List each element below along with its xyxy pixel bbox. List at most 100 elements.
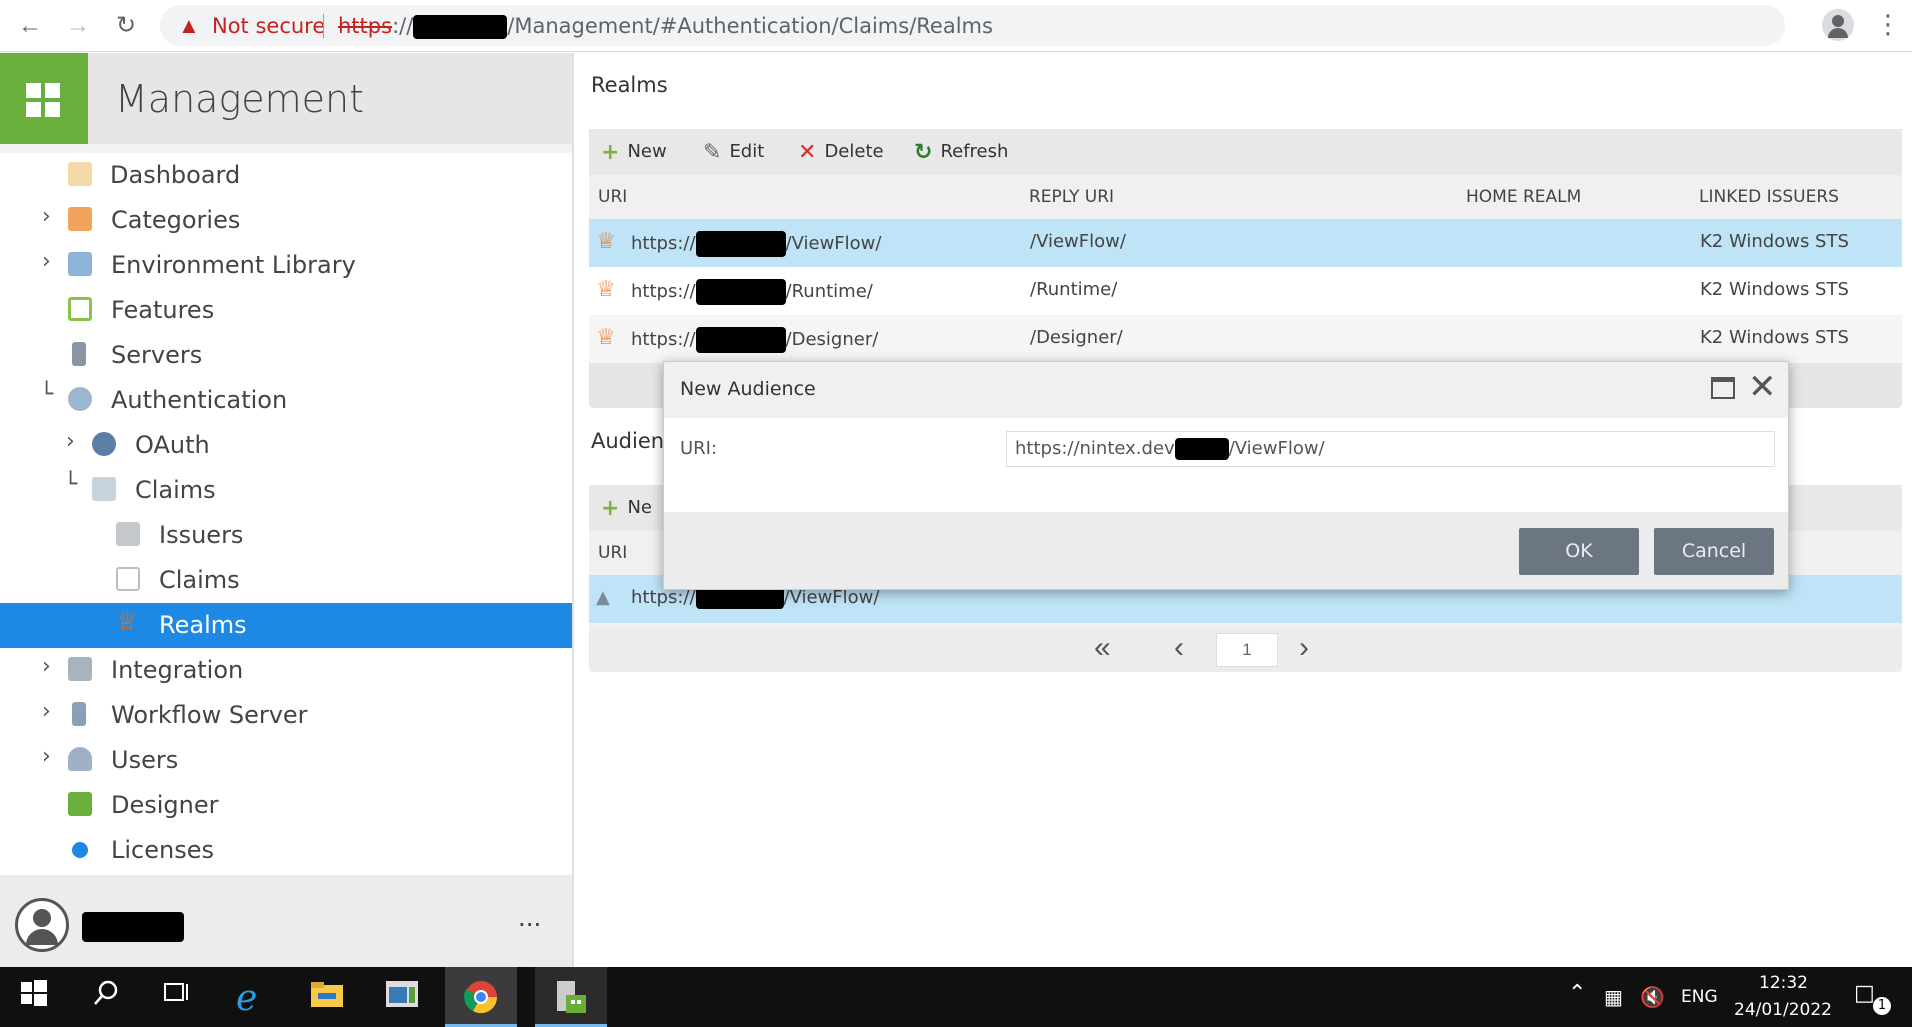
sidebar-item-claims-group[interactable]: └ Claims bbox=[0, 468, 572, 513]
server-icon bbox=[72, 342, 86, 366]
clock-date[interactable]: 24/01/2022 bbox=[1734, 1000, 1832, 1020]
reload-icon[interactable]: ↻ bbox=[112, 12, 140, 40]
uri-input[interactable]: https://nintex.dev/ViewFlow/ bbox=[1006, 431, 1775, 467]
first-page-icon[interactable]: « bbox=[1094, 631, 1111, 665]
column-header[interactable]: URI bbox=[598, 187, 627, 207]
realms-toolbar: + New ✎ Edit ✕ Delete ↻ Refresh bbox=[589, 129, 1902, 175]
reply-uri-cell: /Designer/ bbox=[1030, 327, 1123, 348]
sidebar-item-environment-library[interactable]: › Environment Library bbox=[0, 243, 572, 288]
file-explorer-icon[interactable] bbox=[310, 979, 346, 1015]
sidebar-item-label: Categories bbox=[111, 206, 241, 234]
dialog-footer: OK Cancel bbox=[664, 512, 1788, 589]
volume-muted-icon[interactable]: 🔇 bbox=[1640, 985, 1665, 1009]
dialog-title: New Audience bbox=[680, 378, 816, 400]
browser-menu-icon[interactable]: ⋮ bbox=[1875, 10, 1901, 38]
k2-app-taskbar-item[interactable] bbox=[535, 967, 607, 1027]
next-page-icon[interactable]: › bbox=[1299, 631, 1309, 665]
new-audience-button[interactable]: + Ne bbox=[601, 496, 652, 521]
search-icon[interactable] bbox=[92, 979, 128, 1015]
sidebar-item-servers[interactable]: Servers bbox=[0, 333, 572, 378]
chevron-right-icon[interactable]: › bbox=[42, 204, 51, 229]
sidebar-item-licenses[interactable]: Licenses bbox=[0, 828, 572, 873]
collapse-icon[interactable]: └ bbox=[40, 382, 53, 407]
sidebar-item-authentication[interactable]: └ Authentication bbox=[0, 378, 572, 423]
oauth-icon bbox=[92, 432, 116, 456]
sidebar-item-realms[interactable]: ♕ Realms bbox=[0, 603, 572, 648]
chrome-taskbar-item[interactable] bbox=[445, 967, 517, 1027]
chevron-right-icon[interactable]: › bbox=[66, 429, 75, 454]
redacted-host bbox=[1174, 438, 1229, 460]
notifications-icon[interactable]: □ bbox=[1854, 981, 1875, 1006]
issuer-icon bbox=[116, 522, 140, 546]
column-header[interactable]: LINKED ISSUERS bbox=[1699, 187, 1839, 207]
sidebar-item-oauth[interactable]: › OAuth bbox=[0, 423, 572, 468]
show-hidden-icons-icon[interactable]: ⌃ bbox=[1568, 981, 1586, 1006]
sidebar-item-features[interactable]: Features bbox=[0, 288, 572, 333]
start-icon[interactable] bbox=[20, 979, 56, 1015]
avatar[interactable] bbox=[15, 898, 69, 952]
audience-icon: ▲ bbox=[596, 587, 610, 608]
redacted-host bbox=[695, 327, 786, 353]
back-icon[interactable]: ← bbox=[16, 12, 44, 40]
chevron-right-icon[interactable]: › bbox=[42, 699, 51, 724]
app-logo-icon[interactable] bbox=[0, 53, 88, 144]
column-header[interactable]: URI bbox=[598, 543, 627, 563]
sidebar-item-integration[interactable]: › Integration bbox=[0, 648, 572, 693]
chevron-right-icon[interactable]: › bbox=[42, 249, 51, 274]
uri-input-prefix: https://nintex.dev bbox=[1015, 438, 1175, 459]
uri-prefix: https:// bbox=[631, 329, 696, 350]
column-header[interactable]: HOME REALM bbox=[1466, 187, 1581, 207]
user-footer: ... bbox=[0, 875, 572, 967]
close-icon[interactable]: ✕ bbox=[1748, 368, 1777, 406]
redacted-username bbox=[82, 912, 184, 942]
edit-button[interactable]: ✎ Edit bbox=[703, 140, 764, 165]
more-options-icon[interactable]: ... bbox=[518, 901, 541, 933]
sidebar-item-dashboard[interactable]: Dashboard bbox=[0, 153, 572, 198]
delete-button[interactable]: ✕ Delete bbox=[798, 140, 884, 165]
plus-icon: + bbox=[601, 496, 620, 521]
page-number-input[interactable]: 1 bbox=[1216, 633, 1278, 667]
language-indicator[interactable]: ENG bbox=[1681, 987, 1718, 1007]
task-view-icon[interactable] bbox=[162, 979, 198, 1015]
address-bar[interactable]: ▲ Not secure https:// /Management/#Authen… bbox=[160, 5, 1785, 46]
uri-prefix: https:// bbox=[631, 233, 696, 254]
table-row[interactable]: ♕ https:// /ViewFlow/ /ViewFlow/ K2 Windo… bbox=[589, 219, 1902, 267]
column-header[interactable]: REPLY URI bbox=[1029, 187, 1114, 207]
table-row[interactable]: ♕ https:// /Runtime/ /Runtime/ K2 Windows… bbox=[589, 267, 1902, 315]
uri-cell: https:// /Designer/ bbox=[631, 327, 878, 353]
cancel-button[interactable]: Cancel bbox=[1654, 528, 1774, 575]
url-text[interactable]: https:// /Management/#Authentication/Clai… bbox=[338, 14, 993, 39]
claims-icon bbox=[92, 477, 116, 501]
refresh-button[interactable]: ↻ Refresh bbox=[914, 140, 1008, 165]
sidebar-item-designer[interactable]: Designer bbox=[0, 783, 572, 828]
chevron-right-icon[interactable]: › bbox=[42, 744, 51, 769]
new-button[interactable]: + New bbox=[601, 140, 667, 165]
sidebar-item-issuers[interactable]: Issuers bbox=[0, 513, 572, 558]
collapse-icon[interactable]: └ bbox=[64, 472, 77, 497]
profile-icon[interactable] bbox=[1822, 9, 1854, 41]
linked-issuers-cell: K2 Windows STS bbox=[1700, 231, 1849, 252]
chevron-right-icon[interactable]: › bbox=[42, 654, 51, 679]
maximize-icon[interactable] bbox=[1711, 377, 1735, 399]
table-row[interactable]: ♕ https:// /Designer/ /Designer/ K2 Windo… bbox=[589, 315, 1902, 363]
forward-icon[interactable]: → bbox=[64, 12, 92, 40]
sidebar-item-workflow-server[interactable]: › Workflow Server bbox=[0, 693, 572, 738]
sidebar-item-users[interactable]: › Users bbox=[0, 738, 572, 783]
sidebar-item-label: Servers bbox=[111, 341, 203, 369]
sidebar-item-label: Issuers bbox=[159, 521, 244, 549]
prev-page-icon[interactable]: ‹ bbox=[1174, 631, 1184, 665]
edit-label: Edit bbox=[729, 141, 765, 162]
url-prefix: :// bbox=[392, 14, 414, 38]
server-manager-icon[interactable] bbox=[385, 979, 421, 1015]
features-icon bbox=[68, 297, 92, 321]
ok-button[interactable]: OK bbox=[1519, 528, 1639, 575]
internet-explorer-icon[interactable]: e bbox=[234, 978, 270, 1019]
network-icon[interactable]: ▦ bbox=[1604, 985, 1623, 1009]
reply-uri-cell: /Runtime/ bbox=[1030, 279, 1118, 300]
sidebar-item-claims[interactable]: Claims bbox=[0, 558, 572, 603]
pencil-icon: ✎ bbox=[703, 140, 722, 165]
user-icon bbox=[68, 747, 92, 771]
uri-prefix: https:// bbox=[631, 281, 696, 302]
sidebar-item-categories[interactable]: › Categories bbox=[0, 198, 572, 243]
clock-time[interactable]: 12:32 bbox=[1759, 973, 1808, 993]
